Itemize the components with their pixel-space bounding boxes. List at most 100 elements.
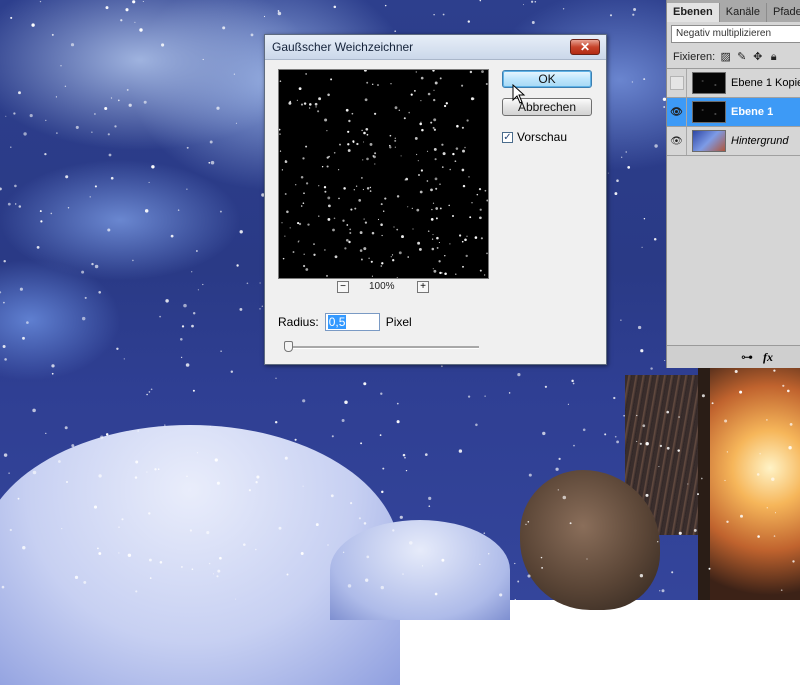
snowflake <box>305 73 307 75</box>
filter-preview[interactable] <box>278 69 489 279</box>
snowflake <box>235 598 237 600</box>
snowflake <box>403 117 406 120</box>
snowflake <box>636 440 638 442</box>
visibility-toggle[interactable]: 👁︎ <box>667 98 687 126</box>
snowflake <box>632 13 635 16</box>
radius-slider-track[interactable] <box>287 346 479 349</box>
snowflake <box>394 146 396 148</box>
layer-row[interactable]: 👁︎ Hintergrund <box>667 127 800 156</box>
snowflake <box>392 529 395 532</box>
snowflake <box>792 560 795 563</box>
snowflake <box>433 14 435 16</box>
snowflake <box>464 238 467 242</box>
tab-pfade[interactable]: Pfade <box>767 3 800 22</box>
dialog-titlebar[interactable]: Gaußscher Weichzeichner ✕ <box>265 35 606 60</box>
snowflake <box>303 253 305 256</box>
snowflake <box>309 103 312 106</box>
zoom-in-button[interactable]: + <box>417 281 429 293</box>
snowflake <box>371 231 375 235</box>
preview-checkbox[interactable]: ✓ <box>502 131 513 143</box>
snowflake <box>455 273 457 275</box>
snowflake <box>562 8 565 10</box>
snowflake <box>216 481 220 485</box>
snowflake <box>407 206 409 208</box>
snowflake <box>64 426 68 430</box>
snowflake <box>461 240 464 243</box>
layer-name: Ebene 1 Kopie <box>731 77 800 89</box>
eye-icon: 👁︎ <box>670 106 683 118</box>
snowflake <box>353 189 355 191</box>
snowflake <box>435 217 438 220</box>
snowflake <box>325 274 329 277</box>
snowflake <box>462 184 466 188</box>
snowflake <box>67 207 70 209</box>
snowflake <box>771 477 775 481</box>
snowflake <box>151 165 155 169</box>
snowflake <box>484 395 486 397</box>
snowflake <box>339 143 341 146</box>
close-button[interactable]: ✕ <box>570 39 600 55</box>
snowflake <box>355 185 358 187</box>
snowflake <box>436 236 439 240</box>
snowflake <box>621 156 623 158</box>
zoom-out-button[interactable]: − <box>337 281 349 293</box>
snowflake <box>427 92 431 96</box>
snowflake <box>782 384 785 387</box>
snowflake <box>461 126 464 129</box>
snowflake <box>51 33 54 36</box>
snowflake <box>407 256 409 258</box>
snowflake <box>469 216 472 219</box>
radius-slider-thumb[interactable] <box>284 341 293 352</box>
snowflake <box>347 584 352 588</box>
snowflake <box>3 259 6 263</box>
snowflake <box>573 444 575 447</box>
snowflake <box>440 365 443 368</box>
lock-move-icon[interactable]: ✥ <box>752 51 763 63</box>
snowflake <box>196 452 199 454</box>
visibility-toggle[interactable]: 👁︎ <box>667 127 687 155</box>
visibility-toggle[interactable] <box>667 69 687 97</box>
snowflake <box>277 10 280 12</box>
snowflake <box>479 0 482 2</box>
snowflake <box>105 433 109 436</box>
snowflake <box>360 258 363 261</box>
tab-kanaele[interactable]: Kanäle <box>720 3 767 22</box>
snowflake <box>359 231 363 235</box>
snowflake <box>399 515 403 519</box>
snowflake <box>478 188 482 191</box>
snowflake <box>279 150 282 152</box>
snowflake <box>418 247 422 251</box>
snowflake <box>118 552 120 554</box>
snowflake <box>390 256 392 258</box>
snowflake <box>208 161 211 164</box>
radius-input[interactable]: 0,5 <box>324 313 380 331</box>
snowflake <box>426 150 429 153</box>
lock-brush-icon[interactable]: ✎ <box>736 51 747 63</box>
snowflake <box>134 21 136 24</box>
snowflake <box>363 70 367 72</box>
lock-all-icon[interactable]: 🔒︎ <box>768 51 779 63</box>
fx-icon[interactable]: fx <box>763 350 773 365</box>
snowflake <box>305 182 309 185</box>
snowflake <box>633 8 637 11</box>
panel-footer: ⊶ fx <box>667 345 800 368</box>
snowflake <box>110 176 114 180</box>
blend-mode-select[interactable]: Negativ multiplizieren <box>671 25 800 43</box>
snowflake <box>434 592 438 596</box>
tab-ebenen[interactable]: Ebenen <box>667 3 720 22</box>
preview-option[interactable]: ✓ Vorschau <box>502 130 567 144</box>
snowflake <box>70 43 75 47</box>
snowflake <box>416 208 420 212</box>
close-icon: ✕ <box>579 40 591 54</box>
snowflake <box>148 512 151 515</box>
snowflake <box>555 467 559 471</box>
link-icon[interactable]: ⊶ <box>741 350 753 364</box>
snowflake <box>432 70 435 72</box>
lock-transparency-icon[interactable]: ▨ <box>720 51 731 63</box>
snowflake <box>98 552 102 555</box>
layer-row[interactable]: Ebene 1 Kopie <box>667 69 800 98</box>
snowflake <box>333 217 336 220</box>
snowflake <box>313 253 316 256</box>
snowflake <box>307 223 310 226</box>
layer-row-selected[interactable]: 👁︎ Ebene 1 <box>667 98 800 127</box>
